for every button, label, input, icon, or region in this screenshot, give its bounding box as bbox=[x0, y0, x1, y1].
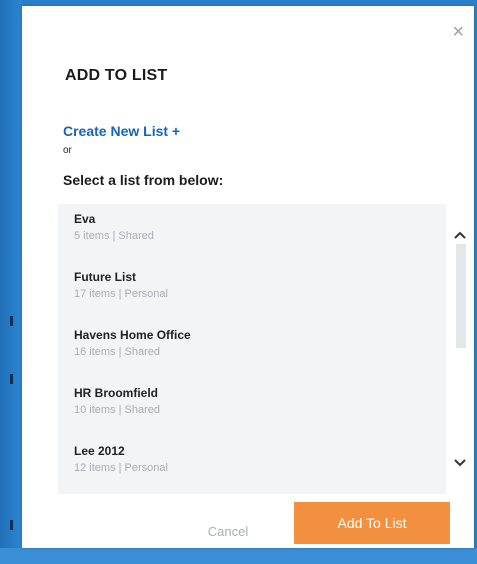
backdrop-bottom-edge bbox=[0, 548, 477, 564]
backdrop-marker bbox=[10, 374, 13, 384]
chevron-up-icon[interactable] bbox=[450, 226, 470, 242]
list-item-name: Lee 2012 bbox=[74, 444, 125, 458]
list-item-meta: 10 items | Shared bbox=[74, 404, 161, 416]
list-item-meta: 16 items | Shared bbox=[74, 346, 161, 358]
modal-title: ADD TO LIST bbox=[65, 67, 168, 84]
list-item[interactable]: Havens Home Office 16 items | Shared bbox=[58, 320, 428, 378]
or-separator: or bbox=[63, 145, 72, 156]
list-item[interactable]: Eva 5 items | Shared bbox=[58, 204, 428, 262]
create-new-list-link[interactable]: Create New List + bbox=[63, 123, 180, 139]
list-item-name: Future List bbox=[74, 270, 136, 284]
list-item-meta: 12 items | Personal bbox=[74, 462, 168, 474]
list-item-name: Eva bbox=[74, 212, 96, 226]
list-item-meta: 5 items | Shared bbox=[74, 230, 154, 242]
list-panel: Eva 5 items | Shared Future List 17 item… bbox=[58, 204, 466, 494]
scrollbar-track[interactable] bbox=[456, 244, 466, 348]
backdrop-marker bbox=[10, 316, 13, 326]
select-list-label: Select a list from below: bbox=[63, 172, 224, 188]
cancel-button[interactable]: Cancel bbox=[188, 518, 268, 544]
list-item-name: HR Broomfield bbox=[74, 386, 158, 400]
close-icon[interactable]: × bbox=[452, 22, 464, 42]
list-item[interactable]: HR Broomfield 10 items | Shared bbox=[58, 378, 428, 436]
backdrop-marker bbox=[10, 520, 13, 530]
list-item[interactable]: Future List 17 items | Personal bbox=[58, 262, 428, 320]
chevron-down-icon[interactable] bbox=[450, 454, 470, 470]
list-item-meta: 17 items | Personal bbox=[74, 288, 168, 300]
add-to-list-modal: × ADD TO LIST Create New List + or Selec… bbox=[22, 6, 474, 548]
list-item-name: Havens Home Office bbox=[74, 328, 191, 342]
add-to-list-button[interactable]: Add To List bbox=[294, 502, 450, 544]
backdrop-left-edge bbox=[0, 0, 22, 564]
list-item[interactable]: Lee 2012 12 items | Personal bbox=[58, 436, 428, 494]
